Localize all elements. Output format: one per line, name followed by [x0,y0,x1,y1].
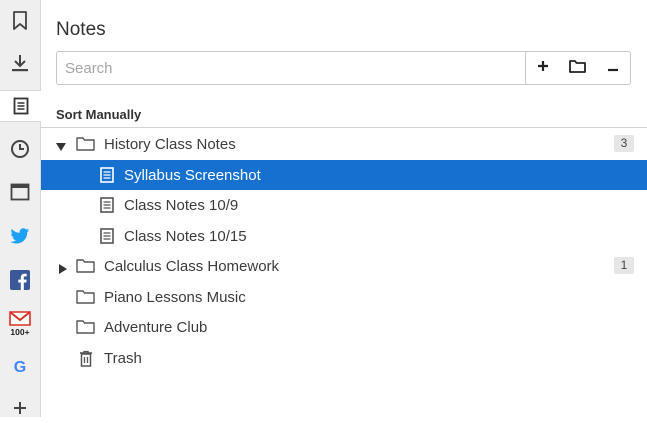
notes-tree: History Class Notes 3 Syllabus Screensho… [41,129,647,373]
tree-folder-row[interactable]: Adventure Club [41,312,647,343]
minus-icon [607,59,619,77]
tree-note-row[interactable]: Class Notes 10/15 [41,221,647,252]
note-icon [100,227,114,248]
tree-item-label: Trash [104,349,142,367]
notes-toolbar [525,51,631,85]
add-panel-icon [13,401,27,415]
gmail-icon: 100+ [8,309,32,337]
add-web-panel-button[interactable] [0,393,40,423]
tree-item-label: Syllabus Screenshot [124,166,261,184]
note-icon [100,197,114,217]
twitter-panel-button[interactable] [0,221,40,251]
collapsed-triangle-icon[interactable] [58,261,68,274]
folder-icon [76,289,95,308]
item-count-badge: 3 [614,135,634,152]
delete-button[interactable] [598,53,628,83]
notes-panel-button[interactable] [0,90,41,122]
folder-icon [76,136,95,155]
tree-note-row[interactable]: Class Notes 10/9 [41,190,647,221]
downloads-panel-button[interactable] [0,48,40,78]
tree-folder-row[interactable]: Piano Lessons Music [41,282,647,313]
item-count-badge: 1 [614,257,634,274]
sort-label: Sort Manually [56,107,142,122]
facebook-icon [10,270,30,290]
tree-item-label: Class Notes 10/15 [124,227,247,245]
facebook-panel-button[interactable] [0,265,40,295]
tree-item-label: Class Notes 10/9 [124,197,239,214]
notes-icon [13,97,29,115]
page-title: Notes [56,19,106,40]
search-input[interactable] [56,51,555,85]
google-icon: G [11,357,29,375]
tree-trash-row[interactable]: Trash [41,343,647,374]
bookmarks-panel-button[interactable] [0,6,40,36]
svg-text:G: G [14,359,26,375]
bookmark-icon [12,11,28,31]
download-icon [11,53,29,73]
tree-folder-row[interactable]: Calculus Class Homework 1 [41,251,647,282]
folder-icon [76,319,95,338]
add-folder-button[interactable] [563,53,593,83]
tree-item-label: Calculus Class Homework [104,258,280,275]
expanded-triangle-icon[interactable] [56,139,66,151]
notes-panel: Notes Sort Manually [41,0,647,417]
svg-text:100+: 100+ [10,327,29,337]
folder-icon [76,258,95,277]
history-panel-button[interactable] [0,134,40,164]
window-icon [10,183,30,201]
note-icon [100,166,114,187]
tree-item-label: Piano Lessons Music [104,288,246,306]
tree-item-label: History Class Notes [104,136,236,153]
tree-folder-row[interactable]: History Class Notes 3 [41,129,647,160]
sort-order-header[interactable]: Sort Manually [41,104,647,128]
plus-icon [537,59,549,77]
history-clock-icon [10,139,30,159]
gmail-panel-button[interactable]: 100+ [0,306,40,340]
folder-icon [569,59,587,78]
trash-icon [79,350,93,371]
windows-panel-button[interactable] [0,177,40,207]
add-note-button[interactable] [528,53,558,83]
twitter-icon [10,227,30,245]
tree-item-label: Adventure Club [104,319,208,336]
tree-note-row-selected[interactable]: Syllabus Screenshot [41,159,647,190]
google-panel-button[interactable]: G [0,351,40,381]
sidebar-rail: 100+ G [0,0,41,417]
